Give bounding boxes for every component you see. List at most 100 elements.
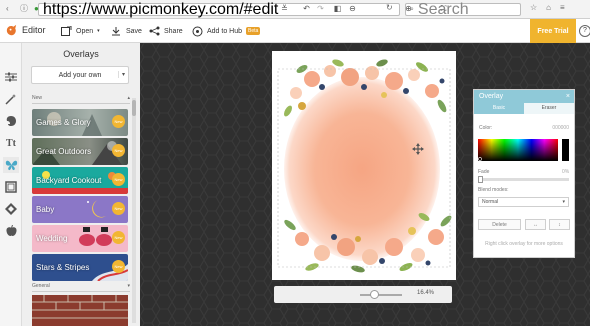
magic-wand-icon[interactable]: [3, 91, 19, 107]
open-label: Open: [76, 27, 94, 35]
save-label: Save: [126, 27, 142, 35]
zoom-out-icon[interactable]: ⊖: [347, 3, 358, 14]
chevron-down-icon: ▾: [562, 199, 565, 205]
tile-label: Stars & Stripes: [36, 263, 90, 272]
browser-icons: ☆ ⌂ ≡: [530, 3, 565, 12]
overlay-dialog-header[interactable]: Overlay ×: [474, 90, 574, 103]
flip-vertical-icon: ↕: [558, 222, 561, 228]
free-trial-button[interactable]: Free Trial: [530, 19, 576, 43]
fullscreen-icon[interactable]: ⛶: [438, 3, 449, 14]
reload-icon[interactable]: ↻: [386, 3, 393, 12]
chevron-down-icon[interactable]: ▾: [117, 71, 125, 78]
add-to-hub-button[interactable]: Add to Hub Beta: [191, 23, 261, 39]
touch-up-icon[interactable]: [3, 113, 19, 129]
new-badge: New: [112, 173, 125, 186]
flip-vertical-button[interactable]: ↕: [549, 219, 570, 230]
new-badge: New: [112, 115, 125, 128]
texture-icon[interactable]: [3, 201, 19, 217]
overlay-dialog-title: Overlay: [479, 93, 504, 100]
color-spectrum-picker[interactable]: [478, 139, 558, 161]
canvas-image[interactable]: [272, 51, 456, 280]
layers-icon[interactable]: ≚: [279, 3, 290, 14]
save-icon: [110, 25, 122, 37]
overlay-tile-games-glory[interactable]: Games & Glory New: [32, 109, 128, 136]
add-your-own-button[interactable]: Add your own ▾: [31, 66, 129, 84]
tile-label: Games & Glory: [36, 118, 91, 127]
picmonkey-logo-icon: [6, 24, 17, 36]
flip-horizontal-icon: ↔: [533, 222, 538, 228]
new-badge: New: [112, 144, 125, 157]
hub-label: Add to Hub: [207, 27, 243, 35]
blend-mode-select[interactable]: Normal ▾: [478, 197, 569, 207]
butterfly-overlay-icon[interactable]: [3, 157, 19, 173]
apple-themes-icon[interactable]: [3, 223, 19, 239]
tile-label: Wedding: [36, 234, 68, 243]
save-button[interactable]: Save: [110, 23, 142, 39]
left-toolbar: Tt: [0, 43, 22, 326]
beta-badge: Beta: [246, 27, 261, 35]
share-icon: [148, 25, 160, 37]
watercolor-wash: [284, 77, 440, 261]
text-icon[interactable]: Tt: [3, 135, 19, 151]
url-bar[interactable]: https://www.picmonkey.com/#edit: [38, 0, 400, 18]
chevron-down-icon: ▾: [97, 28, 100, 34]
color-value[interactable]: 000000: [552, 125, 569, 131]
redo-icon[interactable]: ↷: [315, 3, 326, 14]
zoom-in-icon[interactable]: ⊕: [403, 3, 414, 14]
brick-art: [32, 295, 128, 326]
fade-slider-knob[interactable]: [478, 176, 483, 183]
open-icon: [60, 25, 72, 37]
adjust-icon[interactable]: [3, 69, 19, 85]
section-new-label: New: [32, 95, 43, 101]
overlay-tile-wedding[interactable]: Wedding New: [32, 225, 128, 252]
delete-button[interactable]: Delete: [478, 219, 521, 230]
overlays-panel: Overlays Add your own ▾ New ▴ Games & Gl…: [22, 43, 140, 326]
help-icon[interactable]: ?: [579, 25, 590, 37]
flip-horizontal-button[interactable]: ↔: [525, 219, 546, 230]
color-label: Color:: [479, 125, 493, 131]
section-general-header[interactable]: General ▾: [32, 283, 130, 292]
undo-icon[interactable]: ↶: [301, 3, 312, 14]
new-badge: New: [112, 231, 125, 244]
info-icon[interactable]: ⓘ: [20, 5, 28, 13]
open-button[interactable]: Open ▾: [60, 23, 100, 39]
new-badge: New: [112, 260, 125, 273]
share-button[interactable]: Share: [148, 23, 183, 39]
overlay-tile-great-outdoors[interactable]: Great Outdoors New: [32, 138, 128, 165]
home-icon[interactable]: ⌂: [546, 3, 551, 12]
compare-icon[interactable]: ◧: [332, 3, 343, 14]
fade-slider[interactable]: [478, 176, 569, 183]
chevron-up-icon: ▴: [127, 95, 130, 101]
add-your-own-label: Add your own: [58, 71, 102, 79]
tab-basic[interactable]: Basic: [474, 103, 524, 114]
scrollbar-thumb[interactable]: [132, 100, 136, 116]
brightness-bar[interactable]: [562, 139, 569, 161]
blend-label: Blend modes:: [478, 187, 509, 193]
overlay-tile-general[interactable]: [32, 295, 128, 326]
zoom-slider[interactable]: [360, 294, 402, 296]
back-icon[interactable]: ‹: [6, 5, 14, 13]
panel-scrollbar[interactable]: [132, 98, 136, 323]
overlay-tile-baby[interactable]: Baby New: [32, 196, 128, 223]
tile-label: Backyard Cookout: [36, 176, 102, 185]
new-badge: New: [112, 202, 125, 215]
star-icon[interactable]: ☆: [530, 3, 537, 12]
fade-label: Fade: [478, 169, 490, 175]
url-text: https://www.picmonkey.com/#edit: [43, 0, 279, 18]
overlay-tile-backyard-cookout[interactable]: Backyard Cookout New: [32, 167, 128, 194]
hub-icon: [191, 25, 203, 37]
browser-search-input[interactable]: ⌕ Search: [405, 1, 521, 18]
section-general-label: General: [32, 283, 50, 289]
menu-icon[interactable]: ≡: [560, 3, 565, 12]
close-icon[interactable]: ×: [566, 90, 570, 103]
frame-icon[interactable]: [3, 179, 19, 195]
overlay-hint: Right click overlay for more options: [485, 241, 563, 247]
share-label: Share: [164, 27, 183, 35]
tab-eraser[interactable]: Eraser: [524, 103, 574, 114]
blend-mode-value: Normal: [482, 199, 499, 205]
section-new-header[interactable]: New ▴: [32, 95, 130, 104]
overlay-tile-stars-stripes[interactable]: Stars & Stripes New: [32, 254, 128, 281]
editor-title: Editor: [22, 25, 46, 35]
tile-label: Baby: [36, 205, 55, 214]
zoom-slider-knob[interactable]: [370, 290, 379, 299]
